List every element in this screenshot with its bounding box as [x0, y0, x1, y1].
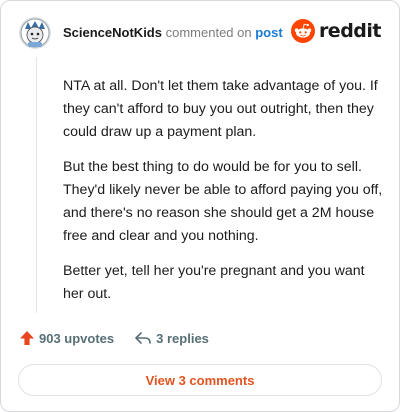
commented-on-text: commented on: [165, 25, 252, 40]
avatar-icon: [19, 17, 51, 49]
comment-header: ScienceNotKids commented on post: [19, 17, 283, 49]
byline: ScienceNotKids commented on post: [63, 24, 283, 42]
upvote-arrow-icon: [20, 331, 34, 345]
comment-footer: 903 upvotes 3 replies: [19, 330, 209, 346]
reply-count: 3 replies: [156, 330, 209, 346]
upvote-stat[interactable]: 903 upvotes: [19, 330, 114, 346]
upvote-count: 903 upvotes: [39, 330, 115, 346]
view-comments-button[interactable]: View 3 comments: [18, 364, 382, 396]
comment-card: ScienceNotKids commented on post reddit …: [0, 0, 400, 412]
reply-arrow-icon: [135, 332, 151, 344]
username-link[interactable]: ScienceNotKids: [63, 25, 162, 40]
comment-paragraph: Better yet, tell her you're pregnant and…: [63, 263, 365, 302]
user-avatar[interactable]: [19, 17, 51, 49]
comment-paragraph: But the best thing to do would be for yo…: [63, 159, 383, 244]
reddit-wordmark: reddit: [318, 20, 382, 42]
post-link[interactable]: post: [255, 25, 282, 40]
thread-line: [36, 57, 37, 313]
comment-paragraph: NTA at all. Don't let them take advantag…: [63, 78, 378, 140]
reddit-snoo-icon: [290, 19, 315, 43]
reddit-logo[interactable]: reddit: [290, 19, 382, 43]
comment-body: NTA at all. Don't let them take advantag…: [63, 75, 385, 318]
replies-stat[interactable]: 3 replies: [134, 330, 209, 346]
